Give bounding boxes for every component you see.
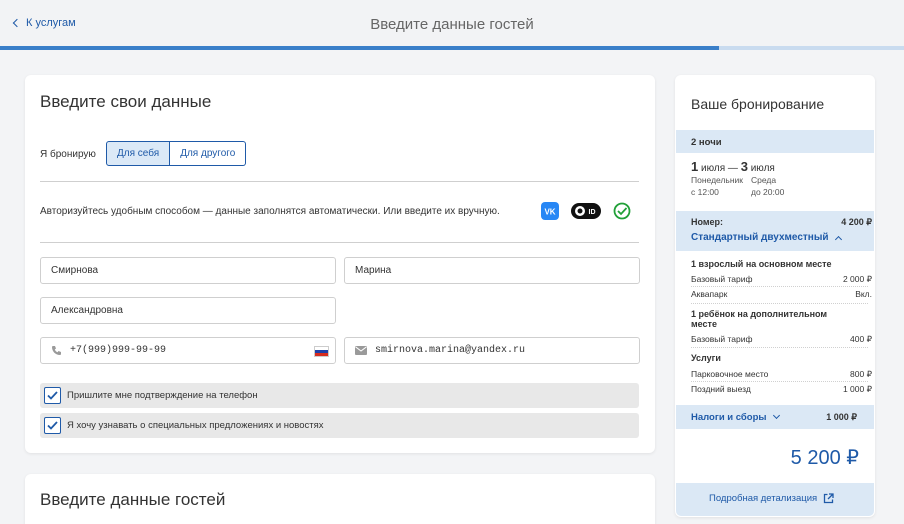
divider (40, 242, 639, 243)
services-heading: Услуги (691, 353, 721, 363)
first-name-value: Марина (355, 265, 392, 276)
sms-confirmation-checkbox[interactable] (44, 387, 61, 404)
phone-field[interactable]: +7(999)999-99-99 (40, 337, 336, 364)
taxes-label: Налоги и сборы (691, 412, 767, 423)
late-checkout-row: Поздний выезд 1 000 ₽ (691, 384, 872, 395)
stay-dates: 1 июля — 3 июля (691, 159, 775, 174)
child-rate-row: Базовый тариф 400 ₽ (691, 334, 872, 345)
auth-providers: VK ID (541, 202, 631, 220)
newsletter-checkbox-row[interactable]: Я хочу узнавать о специальных предложени… (40, 413, 639, 438)
guests-details-card: Введите данные гостей (25, 474, 655, 524)
sms-confirmation-checkbox-row[interactable]: Пришлите мне подтверждение на телефон (40, 383, 639, 408)
progress-bar (0, 46, 904, 50)
child-rate-label: Базовый тариф (691, 334, 753, 344)
last-name-value: Смирнова (51, 265, 99, 276)
adult-rate-value: 2 000 ₽ (842, 274, 872, 284)
adult-rate-label: Базовый тариф (691, 274, 753, 284)
book-for-toggle: Для себя Для другого (106, 141, 247, 166)
nights-count: 2 ночи (691, 137, 722, 148)
aquapark-value: Вкл. (855, 289, 872, 299)
svg-text:ID: ID (589, 209, 596, 216)
phone-icon (51, 345, 62, 356)
late-checkout-label: Поздний выезд (691, 384, 751, 394)
newsletter-checkbox[interactable] (44, 417, 61, 434)
yandex-id-icon[interactable]: ID (571, 203, 601, 219)
checkin-time: с 12:00 (691, 187, 719, 197)
contact-section-title: Введите свои данные (40, 92, 212, 111)
child-heading: 1 ребёнок на дополнительном месте (691, 309, 828, 329)
adult-rate-row: Базовый тариф 2 000 ₽ (691, 274, 872, 285)
auth-hint-text: Авторизуйтесь удобным способом — данные … (40, 206, 500, 217)
last-name-field[interactable]: Смирнова (40, 257, 336, 284)
parking-row: Парковочное место 800 ₽ (691, 369, 872, 380)
booking-summary-title: Ваше бронирование (691, 96, 825, 112)
checkin-details: Понедельник с 12:00 (691, 174, 743, 198)
child-rate-value: 400 ₽ (850, 334, 872, 344)
svg-text:VK: VK (544, 208, 555, 217)
email-field[interactable]: smirnova.marina@yandex.ru (344, 337, 640, 364)
newsletter-label: Я хочу узнавать о специальных предложени… (67, 420, 324, 431)
services-heading-row: Услуги (691, 353, 872, 363)
checkout-weekday: Среда (751, 175, 777, 185)
book-for-other-button[interactable]: Для другого (170, 141, 247, 166)
child-heading-row: 1 ребёнок на дополнительном месте (691, 309, 851, 329)
checkin-month: июля (701, 163, 726, 174)
checkin-day: 1 (691, 159, 699, 174)
guests-section-title: Введите данные гостей (40, 490, 226, 509)
progress-bar-fill (0, 46, 719, 50)
parking-label: Парковочное место (691, 369, 769, 379)
middle-name-field[interactable]: Александровна (40, 297, 336, 324)
detailed-breakdown-link[interactable]: Подробная детализация (709, 493, 834, 504)
dotted-divider (691, 303, 868, 304)
checkout-time: до 20:00 (751, 187, 785, 197)
total-price: 5 200 ₽ (790, 447, 859, 469)
mail-icon (355, 346, 367, 355)
external-link-icon (824, 493, 834, 504)
room-type-label: Стандартный двухместный (691, 232, 829, 243)
checkout-details: Среда до 20:00 (751, 174, 784, 198)
divider (40, 181, 639, 182)
book-for-self-button[interactable]: Для себя (106, 141, 171, 166)
sber-id-icon[interactable] (613, 202, 631, 220)
detail-link-label: Подробная детализация (709, 493, 818, 504)
taxes-value: 1 000 ₽ (826, 412, 857, 422)
dotted-divider (691, 286, 868, 287)
checkout-month: июля (750, 163, 775, 174)
adult-heading-row: 1 взрослый на основном месте (691, 259, 872, 269)
room-label: Номер: (691, 217, 724, 227)
checkin-weekday: Понедельник (691, 175, 744, 185)
aquapark-row: Аквапарк Вкл. (691, 289, 872, 299)
aquapark-label: Аквапарк (691, 289, 728, 299)
sms-confirmation-label: Пришлите мне подтверждение на телефон (67, 390, 258, 401)
booking-summary-card: Ваше бронирование 2 ночи 1 июля — 3 июля… (675, 75, 875, 517)
email-value: smirnova.marina@yandex.ru (375, 345, 526, 356)
taxes-toggle[interactable]: Налоги и сборы (691, 411, 781, 423)
room-price: 4 200 ₽ (841, 217, 872, 227)
adult-heading: 1 взрослый на основном месте (691, 259, 832, 269)
page-title: Введите данные гостей (370, 16, 534, 33)
check-icon (47, 391, 58, 400)
vk-icon[interactable]: VK (541, 202, 559, 220)
top-bar: К услугам Введите данные гостей (0, 0, 904, 50)
chevron-down-icon (773, 411, 781, 420)
russian-flag-icon[interactable] (314, 346, 329, 357)
contact-details-card: Введите свои данные Я бронирую Для себя … (25, 75, 655, 453)
parking-value: 800 ₽ (850, 369, 872, 379)
dotted-divider (691, 347, 868, 348)
book-for-label: Я бронирую (40, 149, 96, 160)
dates-dash: — (727, 163, 738, 174)
checkout-day: 3 (740, 159, 748, 174)
phone-value: +7(999)999-99-99 (70, 345, 167, 356)
middle-name-value: Александровна (51, 305, 123, 316)
check-icon (47, 421, 58, 430)
first-name-field[interactable]: Марина (344, 257, 640, 284)
room-type-toggle[interactable]: Стандартный двухместный (691, 232, 843, 244)
dotted-divider (691, 381, 868, 382)
late-checkout-value: 1 000 ₽ (842, 384, 872, 394)
chevron-up-icon (835, 235, 843, 244)
room-row: Номер: 4 200 ₽ (691, 217, 872, 228)
